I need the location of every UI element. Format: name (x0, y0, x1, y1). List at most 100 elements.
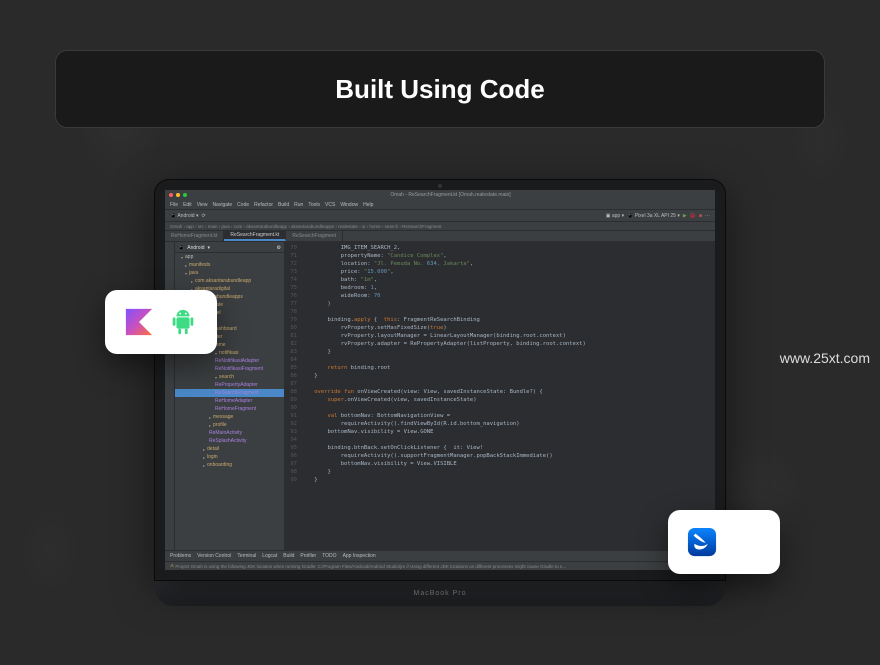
menu-view[interactable]: View (197, 202, 208, 208)
tree-item-app[interactable]: ▾ app (175, 253, 284, 261)
module-selector[interactable]: ▣ app ▾ (606, 213, 624, 219)
tab-rehomefragment-kt[interactable]: ReHomeFragment.kt (165, 231, 224, 241)
kotlin-icon (124, 307, 154, 337)
tree-item-java[interactable]: ▾ java (175, 269, 284, 277)
code-line[interactable]: 94 (285, 436, 715, 444)
tool-window-profiler[interactable]: Profiler (300, 553, 316, 559)
code-line[interactable]: 86 } (285, 372, 715, 380)
code-line[interactable]: 88 override fun onViewCreated(view: View… (285, 388, 715, 396)
breadcrumb[interactable]: Omah › app › src › main › java › com › a… (165, 222, 715, 231)
project-dropdown[interactable]: 📱 Android ▾ (170, 213, 198, 219)
device-selector[interactable]: 📱 Pixel 3a XL API 25 ▾ (627, 213, 680, 219)
code-line[interactable]: 70 IMG_ITEM_SEARCH_2, (285, 244, 715, 252)
sync-icon[interactable]: ⟳ (201, 213, 205, 219)
warning-icon: ⚠ (170, 563, 174, 569)
tool-window-app-inspection[interactable]: App Inspection (343, 553, 376, 559)
page-title: Built Using Code (335, 74, 544, 105)
window-title: Omah - ReSearchFragment.kt [Omah.realest… (190, 192, 711, 198)
code-line[interactable]: 99 } (285, 476, 715, 484)
code-line[interactable]: 75 bedroom: 1, (285, 284, 715, 292)
tree-header[interactable]: 📱 Android ▾ ⚙ (175, 244, 284, 253)
code-line[interactable]: 95 binding.btnBack.setOnClickListener { … (285, 444, 715, 452)
tree-item-rehomefragment[interactable]: ReHomeFragment (175, 405, 284, 413)
code-line[interactable]: 93 bottomNav.visibility = View.GONE (285, 428, 715, 436)
run-icon[interactable]: ▶ (683, 213, 687, 219)
tool-window-strip-left[interactable] (165, 242, 175, 550)
menu-build[interactable]: Build (278, 202, 289, 208)
tree-item-researchfragment[interactable]: ReSearchFragment (175, 389, 284, 397)
code-line[interactable]: 72 location: "Jl. Pemuda No. 634, Jakart… (285, 260, 715, 268)
window-titlebar: Omah - ReSearchFragment.kt [Omah.realest… (165, 190, 715, 200)
laptop-screen: Omah - ReSearchFragment.kt [Omah.realest… (155, 180, 725, 580)
tree-item-profile[interactable]: ▸ profile (175, 421, 284, 429)
code-line[interactable]: 82 rvProperty.adapter = RePropertyAdapte… (285, 340, 715, 348)
tool-window-todo[interactable]: TODO (322, 553, 336, 559)
tree-item-manifests[interactable]: ▸ manifests (175, 261, 284, 269)
menu-window[interactable]: Window (340, 202, 358, 208)
code-line[interactable]: 85 return binding.root (285, 364, 715, 372)
menu-navigate[interactable]: Navigate (212, 202, 232, 208)
more-tools-icon[interactable]: ⋯ (705, 213, 710, 219)
code-line[interactable]: 73 price: "15.000", (285, 268, 715, 276)
code-line[interactable]: 76 wideRoom: 70 (285, 292, 715, 300)
tool-window-problems[interactable]: Problems (170, 553, 191, 559)
laptop-mockup: Omah - ReSearchFragment.kt [Omah.realest… (155, 180, 725, 606)
code-line[interactable]: 98 } (285, 468, 715, 476)
code-line[interactable]: 84 (285, 356, 715, 364)
window-close-icon[interactable] (169, 193, 173, 197)
tab-researchfragment-kt[interactable]: ReSearchFragment.kt (224, 231, 286, 241)
menu-help[interactable]: Help (363, 202, 373, 208)
editor-tabs: ReHomeFragment.ktReSearchFragment.ktReSe… (165, 231, 715, 242)
platform-badge-android (105, 290, 217, 354)
stop-icon[interactable]: ■ (699, 213, 702, 219)
code-line[interactable]: 80 rvProperty.setHasFixedSize(true) (285, 324, 715, 332)
window-minimize-icon[interactable] (176, 193, 180, 197)
tree-item-message[interactable]: ▸ message (175, 413, 284, 421)
tree-item-repropertyadapter[interactable]: RePropertyAdapter (175, 381, 284, 389)
status-bar: ⚠ Project Omah is using the following JD… (165, 561, 715, 570)
menu-file[interactable]: File (170, 202, 178, 208)
menu-tools[interactable]: Tools (308, 202, 320, 208)
code-line[interactable]: 83 } (285, 348, 715, 356)
tree-item-remainactivity[interactable]: ReMainActivity (175, 429, 284, 437)
debug-icon[interactable]: 🐞 (690, 213, 696, 219)
tree-item-resplashactivity[interactable]: ReSplashActivity (175, 437, 284, 445)
tool-window-version-control[interactable]: Version Control (197, 553, 231, 559)
tree-item-rehomeadapter[interactable]: ReHomeAdapter (175, 397, 284, 405)
tree-item-onboarding[interactable]: ▸ onboarding (175, 461, 284, 469)
gear-icon[interactable]: ⚙ (277, 245, 281, 251)
tree-item-detail[interactable]: ▸ detail (175, 445, 284, 453)
tool-window-terminal[interactable]: Terminal (237, 553, 256, 559)
project-tree[interactable]: 📱 Android ▾ ⚙ ▾ app▸ manifests▾ java▸ co… (175, 242, 285, 550)
watermark: www.25xt.com (780, 350, 870, 366)
tool-window-build[interactable]: Build (283, 553, 294, 559)
tree-item-login[interactable]: ▸ login (175, 453, 284, 461)
tab-researchfragment[interactable]: ReSearchFragment (286, 231, 343, 241)
window-maximize-icon[interactable] (183, 193, 187, 197)
code-line[interactable]: 87 (285, 380, 715, 388)
menu-refactor[interactable]: Refactor (254, 202, 273, 208)
menu-run[interactable]: Run (294, 202, 303, 208)
code-line[interactable]: 91 val bottomNav: BottomNavigationView = (285, 412, 715, 420)
code-line[interactable]: 96 requireActivity().supportFragmentMana… (285, 452, 715, 460)
menu-edit[interactable]: Edit (183, 202, 192, 208)
code-editor[interactable]: 70 IMG_ITEM_SEARCH_2,71 propertyName: "C… (285, 242, 715, 550)
code-line[interactable]: 74 bath: "1m", (285, 276, 715, 284)
code-line[interactable]: 92 requireActivity().findViewById(R.id.b… (285, 420, 715, 428)
tree-item-renotifikasifragment[interactable]: ReNotifikasiFragment (175, 365, 284, 373)
tree-item-renotifikasiadapter[interactable]: ReNotifikasiAdapter (175, 357, 284, 365)
code-line[interactable]: 90 (285, 404, 715, 412)
code-line[interactable]: 79 binding.apply { this: FragmentReSearc… (285, 316, 715, 324)
bottom-tool-bar: Problems Version Control Terminal Logcat Bui… (165, 550, 715, 561)
code-line[interactable]: 89 super.onViewCreated(view, savedInstan… (285, 396, 715, 404)
code-line[interactable]: 71 propertyName: "Candice Complex", (285, 252, 715, 260)
code-line[interactable]: 77 ) (285, 300, 715, 308)
code-line[interactable]: 97 bottomNav.visibility = View.VISIBLE (285, 460, 715, 468)
tool-window-logcat[interactable]: Logcat (262, 553, 277, 559)
code-line[interactable]: 78 (285, 308, 715, 316)
tree-item-search[interactable]: ▾ search (175, 373, 284, 381)
tree-item-com-aksantarabundleapp[interactable]: ▸ com.aksantarabundleapp (175, 277, 284, 285)
code-line[interactable]: 81 rvProperty.layoutManager = LinearLayo… (285, 332, 715, 340)
menu-vcs[interactable]: VCS (325, 202, 335, 208)
menu-code[interactable]: Code (237, 202, 249, 208)
